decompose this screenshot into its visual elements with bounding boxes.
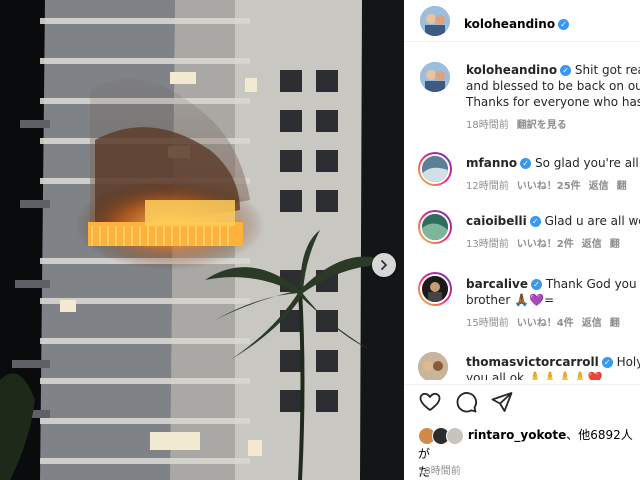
comment-text: Thank God you gu <box>545 277 640 291</box>
post-timestamp: 18時間前 <box>418 466 461 477</box>
avatar[interactable] <box>418 210 452 244</box>
translate-link[interactable]: 翻 <box>617 181 627 192</box>
next-photo-button[interactable] <box>372 253 396 277</box>
heart-icon[interactable] <box>418 390 442 414</box>
reply-button[interactable]: 返信 <box>589 181 609 192</box>
building-fire-image <box>0 0 404 480</box>
verified-badge-icon: ✓ <box>601 357 613 368</box>
caption-username[interactable]: koloheandino <box>466 63 557 77</box>
comment-time: 12時間前 <box>466 181 509 192</box>
comment-icon[interactable] <box>454 390 478 414</box>
chevron-right-icon <box>381 260 388 270</box>
post-header: koloheandino ✓ <box>404 0 640 42</box>
caption-text: Thanks for everyone who has <box>466 95 640 109</box>
comment-text: Holy cra <box>616 355 640 369</box>
author-username[interactable]: koloheandino <box>464 17 555 31</box>
comment-likes[interactable]: いいね！4件 <box>517 318 574 329</box>
comment-username[interactable]: caioibelli <box>466 214 527 228</box>
comment-username[interactable]: barcalive <box>466 277 528 291</box>
divider <box>404 384 640 385</box>
avatar[interactable] <box>418 352 448 380</box>
translate-link[interactable]: 翻 <box>610 318 620 329</box>
comment-time: 13時間前 <box>466 239 509 250</box>
caption-time: 18時間前 <box>466 120 509 131</box>
verified-badge-icon: ✓ <box>520 158 532 169</box>
see-translation-link[interactable]: 翻訳を見る <box>517 120 567 131</box>
comment-text: So glad you're all s <box>534 156 640 170</box>
verified-badge-icon: ✓ <box>558 19 570 30</box>
comment-text: brother 🙏🏾💜= <box>466 293 555 307</box>
caption-text: and blessed to be back on ou <box>466 79 640 93</box>
reply-button[interactable]: 返信 <box>582 239 602 250</box>
liker-avatars[interactable] <box>418 426 464 445</box>
verified-badge-icon: ✓ <box>531 279 543 290</box>
author-avatar[interactable] <box>420 62 450 92</box>
comment-text: you all ok 🙏🙏🙏🙏❤️ <box>466 371 603 380</box>
verified-badge-icon: ✓ <box>529 216 541 227</box>
comment-item: thomasvictorcarroll✓ Holy cra you all ok… <box>404 350 640 380</box>
avatar[interactable] <box>418 272 452 306</box>
caption-text: Shit got real. <box>574 63 640 77</box>
comment-time: 15時間前 <box>466 318 509 329</box>
avatar[interactable] <box>418 152 452 186</box>
caption: koloheandino✓ Shit got real. and blessed… <box>404 62 640 142</box>
post-photo <box>0 0 404 480</box>
comment-likes[interactable]: いいね！2件 <box>517 239 574 250</box>
reply-button[interactable]: 返信 <box>582 318 602 329</box>
author-avatar[interactable] <box>420 6 450 36</box>
paper-plane-icon[interactable] <box>490 390 514 414</box>
comment-item: barcalive✓ Thank God you gu brother 🙏🏾💜=… <box>404 272 640 334</box>
verified-badge-icon: ✓ <box>560 65 572 76</box>
post-actions <box>418 390 514 414</box>
comment-username[interactable]: mfanno <box>466 156 517 170</box>
comment-likes[interactable]: いいね！25件 <box>517 181 581 192</box>
translate-link[interactable]: 翻 <box>610 239 620 250</box>
comment-username[interactable]: thomasvictorcarroll <box>466 355 599 369</box>
liker-username[interactable]: rintaro_yokote <box>468 428 566 442</box>
post-detail-panel: koloheandino ✓ koloheandino ✓ Shit got re a… <box>404 0 640 480</box>
comment-item: caioibelli✓ Glad u are all well 13時間前いいね… <box>404 210 640 254</box>
comment-item: mfanno ✓ So glad you're all s 12時間前 いいね！25… <box>404 152 640 196</box>
comment-text: Glad u are all well <box>544 214 640 228</box>
